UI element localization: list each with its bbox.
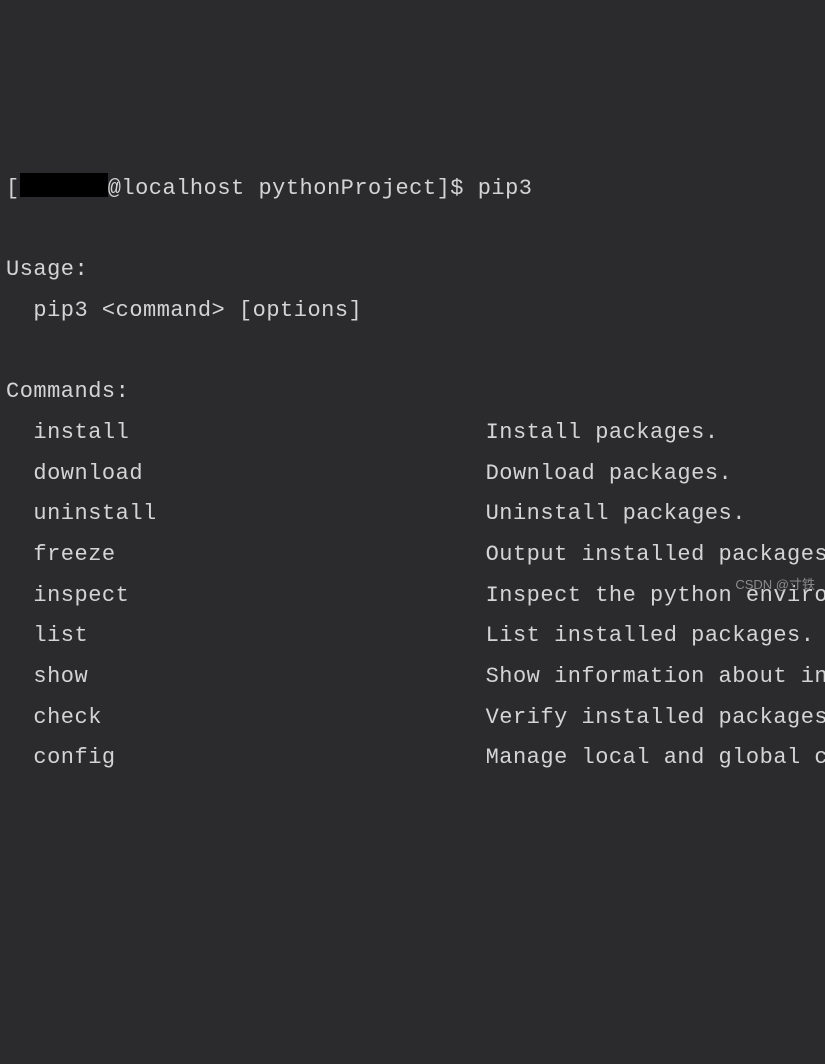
command-name: check bbox=[6, 705, 486, 730]
command-desc: Uninstall packages. bbox=[486, 501, 746, 526]
watermark: CSDN @寸铁 bbox=[735, 573, 815, 597]
terminal-output[interactable]: [@localhost pythonProject]$ pip3 Usage: … bbox=[6, 169, 825, 779]
prompt-userhost: @localhost bbox=[108, 176, 245, 201]
commands-list: install Install packages. download Downl… bbox=[6, 413, 825, 779]
command-name: list bbox=[6, 623, 486, 648]
prompt-line: [ @localhost pythonProject]$ pip3 bbox=[6, 176, 533, 201]
command-row: install Install packages. bbox=[6, 420, 719, 445]
command-desc: Verify installed packages bbox=[486, 705, 825, 730]
command-name: inspect bbox=[6, 583, 486, 608]
prompt-bracket-close: ]$ bbox=[437, 176, 464, 201]
command-name: config bbox=[6, 745, 486, 770]
command-row: show Show information about in bbox=[6, 664, 825, 689]
command-row: check Verify installed packages bbox=[6, 705, 825, 730]
command-row: list List installed packages. bbox=[6, 623, 814, 648]
command-desc: List installed packages. bbox=[486, 623, 815, 648]
command-name: download bbox=[6, 461, 486, 486]
prompt-cwd: pythonProject bbox=[258, 176, 436, 201]
commands-header: Commands: bbox=[6, 379, 129, 404]
command-row: config Manage local and global c bbox=[6, 745, 825, 770]
command-row: download Download packages. bbox=[6, 461, 732, 486]
command-desc: Install packages. bbox=[486, 420, 719, 445]
redacted-user bbox=[20, 173, 108, 197]
prompt-bracket-open: [ bbox=[6, 176, 20, 201]
usage-line: pip3 <command> [options] bbox=[6, 298, 362, 323]
command-row: freeze Output installed packages bbox=[6, 542, 825, 567]
command-row: inspect Inspect the python enviro bbox=[6, 583, 825, 608]
command-name: freeze bbox=[6, 542, 486, 567]
command-desc: Manage local and global c bbox=[486, 745, 825, 770]
command-desc: Output installed packages bbox=[486, 542, 825, 567]
command-name: uninstall bbox=[6, 501, 486, 526]
command-desc: Show information about in bbox=[486, 664, 825, 689]
entered-command: pip3 bbox=[478, 176, 533, 201]
command-row: uninstall Uninstall packages. bbox=[6, 501, 746, 526]
command-name: install bbox=[6, 420, 486, 445]
usage-header: Usage: bbox=[6, 257, 88, 282]
command-name: show bbox=[6, 664, 486, 689]
command-desc: Download packages. bbox=[486, 461, 733, 486]
